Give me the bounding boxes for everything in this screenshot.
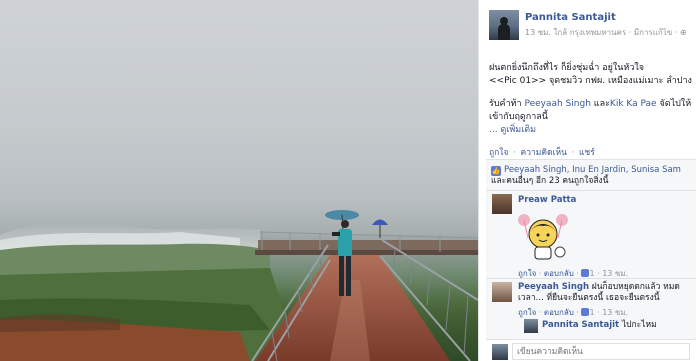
comment-composer <box>486 339 696 361</box>
globe-icon[interactable]: ⊕ <box>680 26 687 39</box>
cartoon-girl-sticker <box>518 214 568 260</box>
post-text-line4: เข้ากับฤดูกาลนี้ <box>489 112 548 122</box>
comment-time[interactable]: 13 ชม. <box>602 269 628 278</box>
author-avatar[interactable] <box>489 10 519 40</box>
photo-scene <box>0 210 478 361</box>
author-name[interactable]: Pannita Santajit <box>525 12 616 23</box>
reply-body: Pannita Santajit ไปกะไหม <box>542 320 692 331</box>
likes-names[interactable]: Peeyaah Singh, Inu En Jardin, Sunisa Sam <box>504 165 681 175</box>
thanks-prefix: รับคำท้า <box>489 99 525 109</box>
share-action[interactable]: แชร์ <box>579 148 595 158</box>
action-separator: · <box>513 148 516 158</box>
post-body: ฝนตกยิ่งนึกถึงที่ไร ก็ยิ่งชุ่มฉ่ำ อยู่ใน… <box>489 62 694 147</box>
see-more-link[interactable]: ... ดูเพิ่มเติม <box>489 124 694 137</box>
like-action[interactable]: ถูกใจ <box>489 148 508 158</box>
mention-kikkapae[interactable]: Kik Ka Pae <box>610 99 657 109</box>
comment-author[interactable]: Preaw Patta <box>518 195 576 205</box>
comments-section: 👍 Peeyaah Singh, Inu En Jardin, Sunisa Sa… <box>486 159 696 361</box>
likes-rest[interactable]: และคนอื่นๆ อีก 23 คนถูกใจสิ่งนี้ <box>491 176 687 187</box>
comment-reply-link[interactable]: ตอบกลับ <box>544 308 574 317</box>
post-text-line2: <<Pic 01>> จุดชมวิว กฟผ. เหมืองแม่เมาะ ล… <box>489 76 692 86</box>
comment-avatar[interactable] <box>492 194 512 214</box>
post-text-line1: ฝนตกยิ่งนึกถึงที่ไร ก็ยิ่งชุ่มฉ่ำ อยู่ใน… <box>489 63 645 73</box>
comment-reply-link[interactable]: ตอบกลับ <box>544 269 574 278</box>
reply-author[interactable]: Pannita Santajit <box>542 320 619 330</box>
reply-avatar[interactable] <box>524 319 538 333</box>
divider <box>486 278 696 279</box>
comment-time[interactable]: 13 ชม. <box>602 308 628 317</box>
and-text: และ <box>590 99 610 109</box>
post-meta-text[interactable]: 13 ชม. ใกล้ กรุงเทพมหานคร · มีการแก้ไข · <box>525 28 680 37</box>
comment-meta: ถูกใจ · ตอบกลับ · 1 · 13 ชม. <box>518 308 629 317</box>
divider <box>486 190 696 191</box>
comment-action[interactable]: ความคิดเห็น <box>521 148 567 158</box>
comment-body: Peeyaah Singh ฝนก็อบหยุดตกแล้ว หมดเวลา..… <box>518 282 693 304</box>
comment-input[interactable] <box>512 343 690 360</box>
likes-summary: 👍 Peeyaah Singh, Inu En Jardin, Sunisa Sa… <box>491 165 687 187</box>
like-thumb-icon: 👍 <box>491 166 501 176</box>
mention-peeyaah[interactable]: Peeyaah Singh <box>524 99 590 109</box>
comment-author[interactable]: Peeyaah Singh <box>518 282 589 292</box>
comment-like-link[interactable]: ถูกใจ <box>518 269 536 278</box>
thanks-suffix: จัดไปให้ <box>656 99 692 109</box>
post-text-line3: รับคำท้า Peeyaah Singh และKik Ka Pae จัด… <box>489 98 694 111</box>
post-photo[interactable] <box>0 0 478 361</box>
viewer-avatar <box>492 344 508 360</box>
post-header: Pannita Santajit 13 ชม. ใกล้ กรุงเทพมหาน… <box>489 10 694 50</box>
post-meta: 13 ชม. ใกล้ กรุงเทพมหานคร · มีการแก้ไข ·… <box>525 26 695 39</box>
post-actions: ถูกใจ · ความคิดเห็น · แชร์ <box>489 145 595 159</box>
reply-text: ไปกะไหม <box>621 320 657 330</box>
comment-like-count[interactable]: 1 <box>589 269 594 278</box>
comment-like-link[interactable]: ถูกใจ <box>518 308 536 317</box>
comment-like-count[interactable]: 1 <box>589 308 594 317</box>
action-separator: · <box>571 148 575 158</box>
comment-avatar[interactable] <box>492 282 512 302</box>
